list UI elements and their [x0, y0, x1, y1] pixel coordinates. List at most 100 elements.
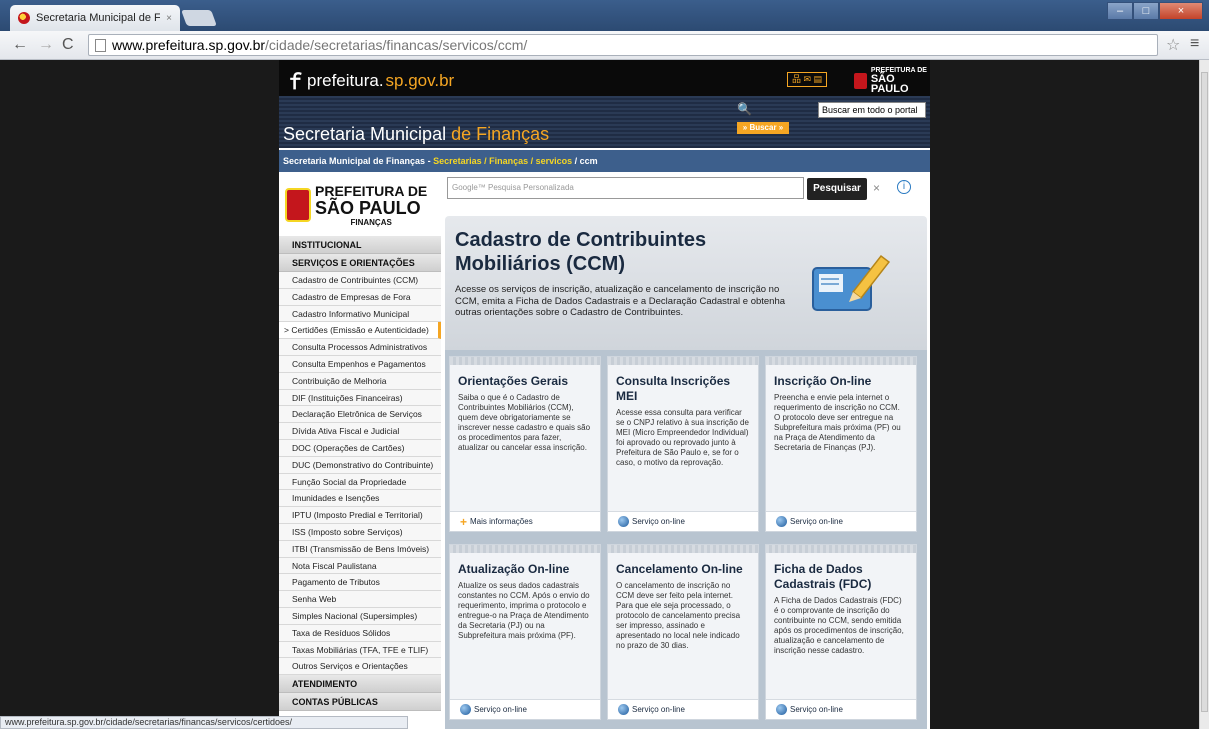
forward-icon[interactable]: →: [38, 36, 54, 54]
window-titlebar: Secretaria Municipal de Fin × – □ ×: [0, 0, 1209, 31]
sidebar-item[interactable]: Simples Nacional (Supersimples): [279, 607, 441, 625]
vertical-scrollbar[interactable]: [1199, 60, 1209, 729]
sidebar-item[interactable]: Cadastro de Empresas de Fora: [279, 288, 441, 306]
sidebar: PREFEITURA DE SÃO PAULO FINANÇAS INSTITU…: [279, 174, 441, 729]
services-grid: Orientações Gerais Saiba o que é o Cadast…: [445, 350, 927, 729]
google-search-input[interactable]: Google™ Pesquisa Personalizada: [447, 177, 804, 199]
sidebar-item[interactable]: DUC (Demonstrativo do Contribuinte): [279, 456, 441, 474]
sidebar-item[interactable]: DOC (Operações de Cartões): [279, 439, 441, 457]
sidebar-item[interactable]: Nota Fiscal Paulistana: [279, 557, 441, 575]
secretaria-banner: 🔍 Buscar em todo o portal » Buscar » Sec…: [279, 96, 930, 148]
sidebar-nav: INSTITUCIONAL SERVIÇOS E ORIENTAÇÕES Cad…: [279, 236, 441, 712]
menu-icon[interactable]: ≡: [1190, 35, 1199, 53]
sidebar-item[interactable]: Contribuição de Melhoria: [279, 372, 441, 390]
portal-search-input[interactable]: Buscar em todo o portal: [818, 102, 926, 118]
service-card: Ficha de Dados Cadastrais (FDC) A Ficha d…: [765, 544, 917, 720]
breadcrumb-root[interactable]: Secretaria Municipal de Finanças: [283, 156, 425, 166]
address-bar[interactable]: www.prefeitura.sp.gov.br/cidade/secretar…: [88, 34, 1158, 56]
nav-section-contas[interactable]: CONTAS PÚBLICAS: [279, 693, 441, 712]
card-link-label: Serviço on-line: [790, 517, 843, 526]
url-host: www.prefeitura.sp.gov.br: [112, 37, 266, 53]
card-title[interactable]: Inscrição On-line: [774, 374, 908, 389]
sidebar-item[interactable]: Pagamento de Tributos: [279, 574, 441, 592]
favicon-icon: [18, 12, 30, 24]
maximize-button[interactable]: □: [1133, 2, 1159, 20]
card-description: Saiba o que é o Cadastro de Contribuinte…: [458, 393, 591, 452]
servico-online-link[interactable]: Serviço on-line: [766, 511, 916, 531]
sidebar-item[interactable]: ITBI (Transmissão de Bens Imóveis): [279, 540, 441, 558]
servico-online-link[interactable]: Serviço on-line: [766, 699, 916, 719]
mais-informacoes-link[interactable]: + Mais informações: [450, 511, 600, 531]
site-logo[interactable]: ｆ prefeitura. sp.gov.br: [285, 66, 454, 95]
sidebar-item[interactable]: Imunidades e Isenções: [279, 490, 441, 508]
globe-icon: [618, 704, 629, 715]
sidebar-item[interactable]: > Certidões (Emissão e Autenticidade): [279, 322, 441, 340]
sidebar-item[interactable]: Cadastro de Contribuintes (CCM): [279, 272, 441, 289]
close-window-button[interactable]: ×: [1159, 2, 1203, 20]
logo-main-text: prefeitura.: [307, 70, 384, 90]
card-description: Atualize os seus dados cadastrais consta…: [458, 581, 590, 640]
nav-section-institucional[interactable]: INSTITUCIONAL: [279, 236, 441, 254]
card-title[interactable]: Orientações Gerais: [458, 374, 592, 389]
sidebar-item[interactable]: ISS (Imposto sobre Serviços): [279, 523, 441, 541]
globe-icon: [618, 516, 629, 527]
scrollbar-thumb[interactable]: [1201, 72, 1208, 712]
prefeitura-brand[interactable]: PREFEITURA DE SÃO PAULO: [854, 66, 930, 95]
browser-tab[interactable]: Secretaria Municipal de Fin ×: [10, 5, 180, 31]
sidebar-item[interactable]: Outros Serviços e Orientações: [279, 658, 441, 676]
plus-icon: +: [460, 514, 468, 529]
financas-logo[interactable]: PREFEITURA DE SÃO PAULO FINANÇAS: [285, 180, 435, 230]
site-container: ｆ prefeitura. sp.gov.br 品 ✉ ▤ PREFEITURA …: [279, 60, 930, 729]
sidebar-item[interactable]: Cadastro Informativo Municipal: [279, 305, 441, 323]
bookmark-star-icon[interactable]: ☆: [1166, 35, 1180, 55]
sidebar-item[interactable]: IPTU (Imposto Predial e Territorial): [279, 507, 441, 524]
service-card: Orientações Gerais Saiba o que é o Cadast…: [449, 356, 601, 532]
back-icon[interactable]: ←: [12, 36, 28, 54]
servico-online-link[interactable]: Serviço on-line: [450, 699, 600, 719]
url-path: /cidade/secretarias/financas/servicos/cc…: [265, 37, 528, 53]
servico-online-link[interactable]: Serviço on-line: [608, 699, 758, 719]
sidebar-item[interactable]: DIF (Instituições Financeiras): [279, 389, 441, 407]
servico-online-link[interactable]: Serviço on-line: [608, 511, 758, 531]
hero-description: Acesse os serviços de inscrição, atualiz…: [455, 284, 786, 318]
card-description: O cancelamento de inscrição no CCM deve …: [616, 581, 741, 650]
folder-pencil-icon: [812, 254, 891, 311]
sidebar-item[interactable]: Consulta Empenhos e Pagamentos: [279, 355, 441, 373]
header-icons[interactable]: 品 ✉ ▤: [787, 72, 827, 87]
new-tab-button[interactable]: [181, 10, 217, 26]
logo-accent-text: sp.gov.br: [385, 70, 455, 90]
nav-section-atendimento[interactable]: ATENDIMENTO: [279, 675, 441, 694]
card-title[interactable]: Cancelamento On-line: [616, 562, 750, 577]
globe-icon: [776, 516, 787, 527]
sidebar-item[interactable]: Senha Web: [279, 591, 441, 608]
buscar-button[interactable]: » Buscar »: [737, 122, 789, 134]
status-bar: www.prefeitura.sp.gov.br/cidade/secretar…: [0, 716, 408, 729]
info-icon[interactable]: i: [897, 180, 911, 194]
sidebar-item[interactable]: Taxa de Resíduos Sólidos: [279, 624, 441, 642]
secretaria-title: Secretaria Municipal de Finanças: [283, 124, 550, 144]
nav-section-servicos[interactable]: SERVIÇOS E ORIENTAÇÕES: [279, 254, 441, 272]
sidebar-item[interactable]: Dívida Ativa Fiscal e Judicial: [279, 423, 441, 440]
pesquisar-button[interactable]: Pesquisar: [807, 178, 867, 200]
service-card: Inscrição On-line Preencha e envie pela i…: [765, 356, 917, 532]
tab-close-button[interactable]: ×: [166, 13, 172, 24]
card-link-label: Serviço on-line: [632, 705, 685, 714]
card-link-label: Mais informações: [470, 517, 533, 526]
breadcrumb-links[interactable]: Secretarias / Finanças / servicos: [433, 156, 572, 166]
card-title[interactable]: Atualização On-line: [458, 562, 592, 577]
reload-icon[interactable]: C: [62, 36, 74, 54]
card-title[interactable]: Ficha de Dados Cadastrais (FDC): [774, 562, 908, 592]
sidebar-item[interactable]: Função Social da Propriedade: [279, 473, 441, 491]
window-controls: – □ ×: [1107, 2, 1203, 20]
minimize-button[interactable]: –: [1107, 2, 1133, 20]
sidebar-item[interactable]: Consulta Processos Administrativos: [279, 339, 441, 356]
page-viewport: ｆ prefeitura. sp.gov.br 品 ✉ ▤ PREFEITURA …: [0, 60, 1199, 729]
clear-search-icon[interactable]: ×: [873, 181, 880, 195]
city-seal-icon: [285, 188, 311, 222]
sidebar-item[interactable]: Declaração Eletrônica de Serviços: [279, 406, 441, 424]
card-description: Preencha e envie pela internet o requeri…: [774, 393, 901, 452]
card-link-label: Serviço on-line: [632, 517, 685, 526]
page-icon: [95, 38, 106, 52]
card-title[interactable]: Consulta Inscrições MEI: [616, 374, 750, 404]
sidebar-item[interactable]: Taxas Mobiliárias (TFA, TFE e TLIF): [279, 641, 441, 659]
